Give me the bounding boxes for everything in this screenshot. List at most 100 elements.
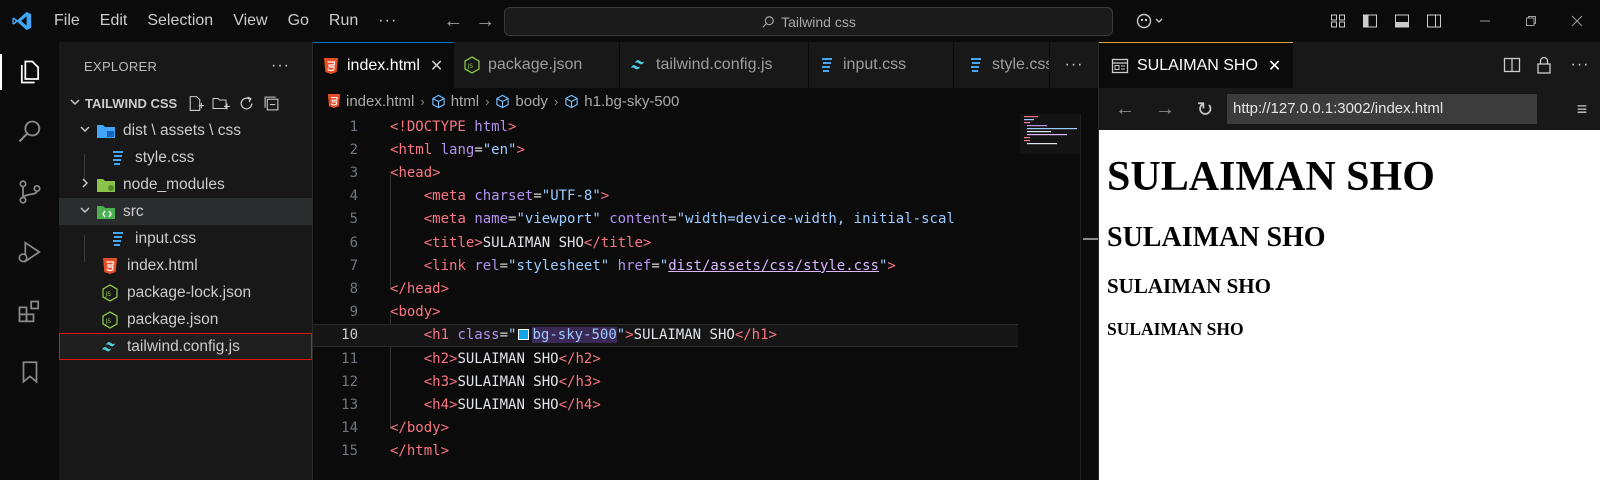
tree-file-style-css[interactable]: style.css [59,144,312,171]
tree-file-index-html[interactable]: index.html [59,252,312,279]
menu-more[interactable]: ··· [368,0,407,42]
code-line-11: 11 <h2>SULAIMAN SHO</h2> [313,347,1018,370]
url-input[interactable]: http://127.0.0.1:3002/index.html [1227,94,1537,124]
close-window-icon[interactable] [1554,0,1600,42]
extensions-icon[interactable] [0,282,59,342]
code-line-14: 14 </body> [313,417,1018,440]
tree-label: input.css [135,229,197,247]
code-editor[interactable]: 1 <!DOCTYPE html> 2 <html lang="en"> 3 <… [313,114,1098,480]
code-line-9: 9 <body> [313,301,1018,324]
line-number: 1 [349,118,358,135]
toggle-panel-icon[interactable] [1386,0,1418,42]
menu-edit[interactable]: Edit [90,0,138,42]
menu-view[interactable]: View [223,0,277,42]
svg-text:JS: JS [467,63,474,70]
tree-folder-src[interactable]: src [59,198,312,225]
css-file-icon [819,57,835,73]
tab-label: tailwind.config.js [656,56,773,73]
lock-icon[interactable] [1528,44,1560,86]
minimize-icon[interactable] [1462,0,1508,42]
line-number: 14 [341,420,358,437]
menu-run[interactable]: Run [319,0,368,42]
symbol-element-icon [565,94,578,108]
activity-bar [0,42,59,480]
workspace-section-header[interactable]: TAILWIND CSS [59,90,312,117]
customize-layout-icon[interactable] [1322,0,1354,42]
tree-label: package.json [127,310,219,328]
menu-go[interactable]: Go [278,0,319,42]
reload-icon[interactable]: ↻ [1185,97,1225,122]
tree-file-tailwind-config-js[interactable]: tailwind.config.js [59,333,312,360]
vertical-scrollbar[interactable] [1080,114,1099,480]
restore-icon[interactable] [1508,0,1554,42]
command-center-search[interactable]: Tailwind css [504,7,1113,36]
toggle-primary-sidebar-icon[interactable] [1354,0,1386,42]
tab-package-json[interactable]: JS package.json [454,42,620,88]
back-arrow-icon[interactable]: ← [437,10,469,33]
new-file-icon[interactable] [187,95,205,112]
run-debug-icon[interactable] [0,222,59,282]
minimap[interactable] [1020,114,1080,154]
bookmarks-icon[interactable] [0,342,59,402]
line-number: 9 [349,304,358,321]
code-text: </html> [390,443,450,460]
forward-arrow-icon[interactable]: → [469,10,501,33]
folder-css-icon [95,122,117,140]
command-center-label: Tailwind css [781,13,856,30]
css-file-icon [107,230,129,248]
menu-file[interactable]: File [44,0,90,42]
tab-tailwind-config-js[interactable]: tailwind.config.js [620,42,809,88]
css-file-icon [107,149,129,167]
search-icon[interactable] [0,102,59,162]
browser-forward-icon[interactable]: → [1145,98,1185,121]
href-link[interactable]: dist/assets/css/style.css [668,258,879,274]
browser-tab-label: SULAIMAN SHO [1137,56,1258,74]
browser-back-icon[interactable]: ← [1105,98,1145,121]
breadcrumb-html[interactable]: html [431,93,479,110]
tree-folder-node-modules[interactable]: node_modules [59,171,312,198]
collapse-all-icon[interactable] [263,95,280,112]
tree-label: package-lock.json [127,283,252,301]
editor-group: index.html ✕ JS package.json tailwind.co… [313,42,1099,480]
page-heading-h3: SULAIMAN SHO [1107,274,1271,299]
code-line-3: 3 <head> [313,161,1018,184]
toggle-secondary-sidebar-icon[interactable] [1418,0,1450,42]
line-number: 12 [341,373,358,390]
source-control-icon[interactable] [0,162,59,222]
tab-browser-preview[interactable]: SULAIMAN SHO ✕ [1099,42,1294,88]
symbol-element-icon [496,94,510,108]
tree-folder-dist-assets-css[interactable]: dist \ assets \ css [59,117,312,144]
tree-file-package-json[interactable]: JS package.json [59,306,312,333]
svg-text:JS: JS [105,318,112,325]
color-swatch-icon[interactable] [518,329,530,341]
new-folder-icon[interactable] [212,95,231,112]
split-editor-icon[interactable] [1496,44,1528,86]
browser-tab-actions: ··· [1496,42,1600,88]
close-icon[interactable]: ✕ [1268,56,1281,76]
browser-more-button[interactable]: ··· [1560,44,1600,86]
page-heading-h1: SULAIMAN SHO [1107,154,1435,200]
tab-input-css[interactable]: input.css [809,42,954,88]
editor-actions-more[interactable]: ··· [1050,42,1098,88]
explorer-more-button[interactable]: ··· [271,57,290,75]
code-line-5: 5 <meta name="viewport" content="width=d… [313,208,1018,231]
hamburger-menu-icon[interactable]: ≡ [1564,99,1600,120]
tree-file-input-css[interactable]: input.css [59,225,312,252]
folder-node-icon [95,176,117,194]
breadcrumb-file[interactable]: index.html [327,93,414,110]
explorer-icon[interactable] [0,42,59,102]
code-text: </body> [390,420,450,437]
menu-selection[interactable]: Selection [137,0,223,42]
tree-file-package-lock-json[interactable]: JS package-lock.json [59,279,312,306]
breadcrumb-h1[interactable]: h1.bg-sky-500 [564,93,679,110]
breadcrumb-label: index.html [346,92,415,110]
tab-style-css[interactable]: style.css [954,42,1050,88]
code-text: <h2>SULAIMAN SHO</h2> [423,350,601,367]
explorer-title: EXPLORER [84,58,158,74]
tab-index-html[interactable]: index.html ✕ [313,42,454,88]
code-line-15: 15 </html> [313,440,1018,463]
copilot-icon[interactable] [1128,0,1172,42]
close-icon[interactable]: ✕ [430,56,443,76]
refresh-icon[interactable] [238,95,255,112]
breadcrumb-body[interactable]: body [495,93,548,110]
